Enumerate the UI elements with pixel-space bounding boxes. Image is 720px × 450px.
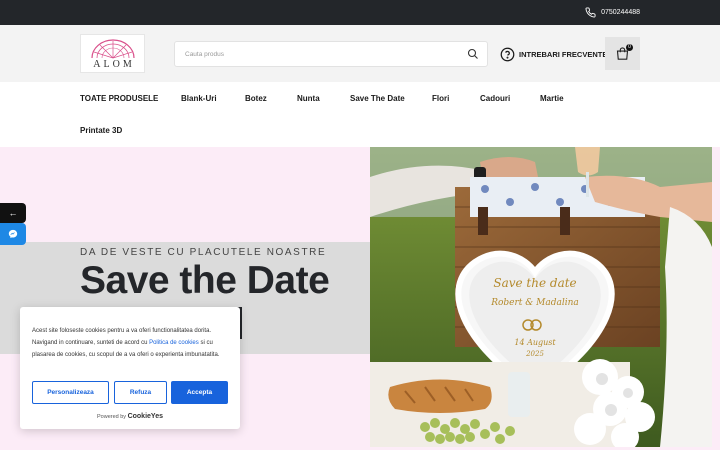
site-header: ALOM INTREBARI FRECVENTE 0 [0, 25, 720, 82]
search-input[interactable] [185, 42, 455, 66]
nav-item-martie[interactable]: Martie [540, 94, 564, 103]
nav-item-cadouri[interactable]: Cadouri [480, 94, 510, 103]
photo-sign-line2: Robert & Madalina [490, 298, 579, 308]
search-bar [174, 41, 488, 67]
cookie-consent-banner: Acest site foloseste cookies pentru a va… [20, 307, 240, 429]
photo-sign-line3: 14 August [514, 338, 556, 347]
nav-item-flori[interactable]: Flori [432, 94, 449, 103]
messenger-icon [8, 229, 18, 239]
cookie-customize-button[interactable]: Personalizeaza [32, 381, 109, 404]
cart-button[interactable]: 0 [605, 37, 640, 70]
faq-link[interactable]: INTREBARI FRECVENTE [500, 44, 607, 64]
cookie-powered-by: Powered by CookieYes [20, 413, 240, 420]
arrow-left-icon: ← [8, 208, 18, 218]
phone-icon [585, 7, 596, 18]
nav-item-printate-3d[interactable]: Printate 3D [80, 126, 122, 135]
cookie-policy-link[interactable]: Politica de cookies [149, 340, 199, 346]
logo-emblem-icon [90, 39, 135, 59]
hero-headline: Save the Date [80, 259, 330, 302]
hero-photo: Save the date Robert & Madalina 14 Augus… [370, 147, 712, 447]
photo-sign-line1: Save the date [493, 276, 576, 290]
hero-eyebrow: DA DE VESTE CU PLACUTELE NOASTRE [80, 247, 327, 258]
search-icon[interactable] [467, 48, 479, 60]
back-arrow-button[interactable]: ← [0, 203, 26, 223]
powered-by-label: Powered by [97, 414, 127, 420]
picnic-scene-image: Save the date Robert & Madalina 14 Augus… [370, 147, 712, 447]
nav-item-nunta[interactable]: Nunta [297, 94, 320, 103]
nav-item-blank-uri[interactable]: Blank-Uri [181, 94, 217, 103]
photo-sign-line4: 2025 [525, 350, 544, 358]
logo-text: ALOM [93, 59, 135, 70]
site-logo[interactable]: ALOM [80, 34, 145, 73]
cookie-accept-button[interactable]: Accepta [171, 381, 228, 404]
nav-item-botez[interactable]: Botez [245, 94, 267, 103]
nav-item-save-the-date[interactable]: Save The Date [350, 94, 405, 103]
phone-link[interactable]: 0750244488 [585, 0, 640, 25]
nav-item-toate-produsele[interactable]: TOATE PRODUSELE [80, 94, 158, 103]
faq-label: INTREBARI FRECVENTE [519, 49, 608, 59]
main-nav: TOATE PRODUSELE Blank-Uri Botez Nunta Sa… [0, 82, 720, 147]
top-bar: 0750244488 [0, 0, 720, 25]
cookie-message: Acest site foloseste cookies pentru a va… [32, 325, 230, 361]
messenger-button[interactable] [0, 223, 26, 245]
cart-count-badge: 0 [626, 44, 633, 51]
cookie-reject-button[interactable]: Refuza [114, 381, 167, 404]
phone-number: 0750244488 [601, 9, 640, 16]
cookieyes-brand: CookieYes [127, 413, 163, 420]
question-circle-icon [500, 47, 515, 61]
